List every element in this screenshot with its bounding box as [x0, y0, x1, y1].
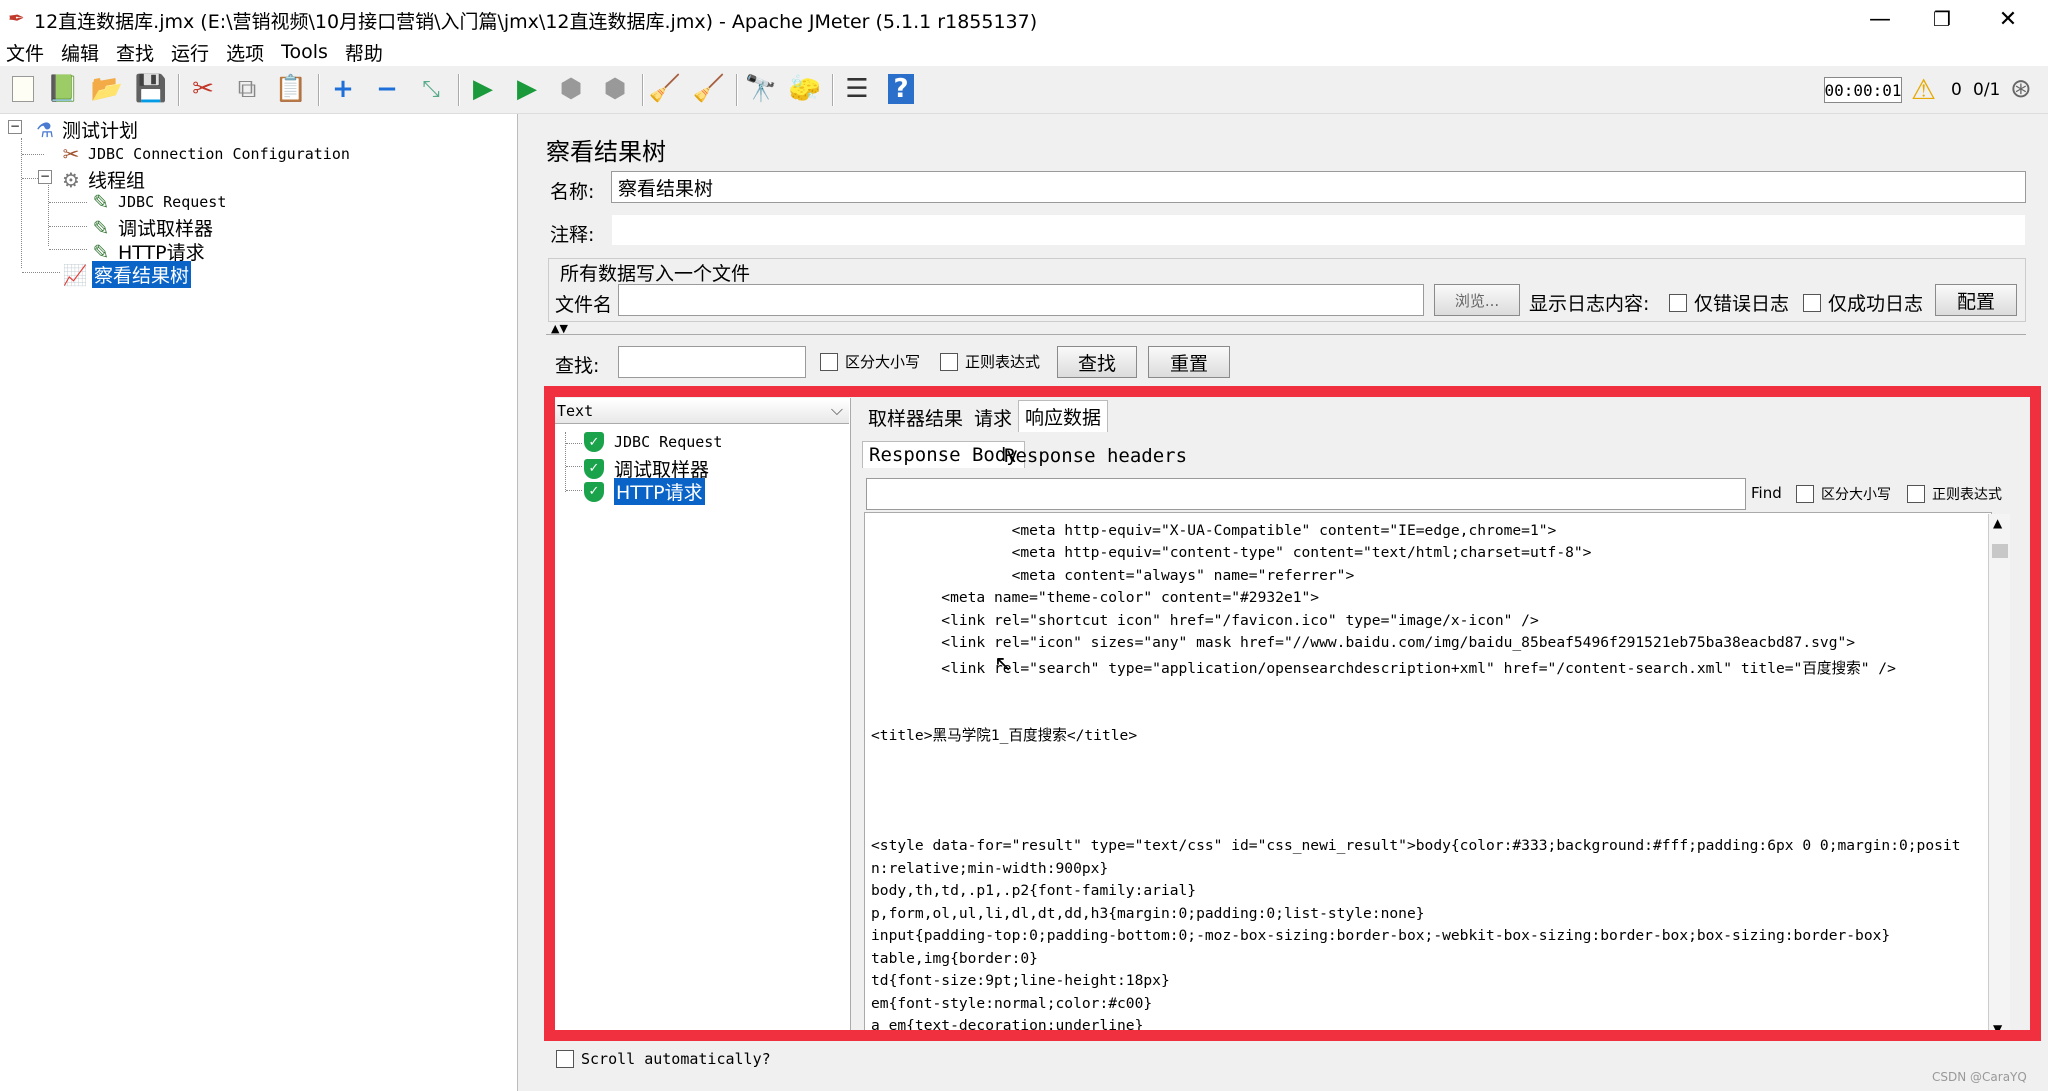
test-plan-icon: ⚗ [36, 117, 54, 142]
file-section-title: 所有数据写入一个文件 [560, 263, 751, 285]
menu-edit[interactable]: 编辑 [61, 39, 99, 66]
open-icon[interactable]: 📂 [90, 72, 124, 106]
collapse-toggle[interactable]: − [38, 170, 52, 184]
reset-search-icon[interactable]: 🧽 [788, 72, 822, 106]
filename-label: 文件名 [555, 294, 613, 316]
watermark: CSDN @CaraYQ [1932, 1070, 2027, 1084]
title-bar: ✒ 12直连数据库.jmx (E:\营销视频\10月接口营销\入门篇\jmx\1… [0, 0, 2048, 38]
log-label: 显示日志内容: [1529, 293, 1650, 315]
cut-icon[interactable]: ✂ [186, 72, 220, 106]
search-icon[interactable]: 🔭 [744, 72, 778, 106]
toggle-icon[interactable]: ⤡ [414, 72, 448, 106]
tree-item-jdbc-request[interactable]: ✎ JDBC Request [88, 190, 227, 214]
tree-item-test-plan[interactable]: ⚗ 测试计划 [32, 116, 138, 143]
name-input[interactable]: 察看结果树 [611, 171, 2026, 203]
stop-icon[interactable]: ⬢ [554, 72, 588, 106]
browse-button[interactable]: 浏览... [1434, 284, 1520, 316]
help-icon[interactable]: ? [884, 72, 918, 106]
splitter[interactable] [518, 114, 528, 1091]
menu-help[interactable]: 帮助 [345, 39, 383, 66]
case-sensitive-checkbox[interactable]: 区分大小写 [820, 351, 920, 372]
tree-item-view-results-tree[interactable]: 📈 察看结果树 [62, 261, 192, 288]
menu-tools[interactable]: Tools [281, 41, 328, 63]
close-button[interactable]: ✕ [1978, 0, 2038, 38]
minimize-button[interactable]: — [1850, 0, 1910, 38]
function-helper-icon[interactable]: ☰ [840, 72, 874, 106]
collapse-toggle[interactable]: − [8, 120, 22, 134]
search-input[interactable] [618, 346, 806, 378]
config-icon: ✂ [62, 142, 80, 166]
menu-run[interactable]: 运行 [171, 39, 209, 66]
tree-item-thread-group[interactable]: ⚙ 线程组 [58, 166, 145, 193]
tree-item-debug-sampler[interactable]: ✎ 调试取样器 [88, 214, 213, 241]
regex-checkbox[interactable]: 正则表达式 [940, 351, 1040, 372]
elapsed-timer: 00:00:01 [1824, 77, 1902, 103]
sampler-icon: ✎ [92, 239, 110, 264]
sampler-icon: ✎ [92, 215, 110, 240]
warning-icon[interactable]: ⚠ [1911, 73, 1936, 106]
maximize-button[interactable]: ❐ [1912, 0, 1972, 38]
collapse-icon[interactable]: − [370, 72, 404, 106]
new-icon[interactable] [6, 72, 40, 106]
warning-count: 0 [1951, 80, 1962, 100]
panel-title: 察看结果树 [546, 138, 666, 166]
search-button[interactable]: 查找 [1057, 346, 1137, 378]
success-only-checkbox[interactable]: 仅成功日志 [1803, 289, 1923, 316]
reset-button[interactable]: 重置 [1148, 346, 1230, 378]
copy-icon[interactable]: ⧉ [230, 72, 264, 106]
divider [546, 334, 2026, 336]
highlight-frame [544, 386, 2041, 1041]
feather-icon: ✒ [8, 6, 25, 30]
name-label: 名称: [550, 181, 595, 203]
thread-count: 0/1 [1973, 80, 2001, 100]
shutdown-icon[interactable]: ⬢ [598, 72, 632, 106]
remote-status-icon: ⊛ [2010, 74, 2032, 104]
filename-input[interactable] [618, 284, 1424, 316]
menu-search[interactable]: 查找 [116, 39, 154, 66]
comment-input[interactable] [611, 214, 2026, 246]
sampler-icon: ✎ [92, 190, 110, 214]
menu-bar: 文件 编辑 查找 运行 选项 Tools 帮助 [0, 38, 2048, 66]
templates-icon[interactable]: 📗 [46, 72, 80, 106]
configure-button[interactable]: 配置 [1935, 284, 2017, 316]
gear-icon: ⚙ [62, 167, 80, 192]
expand-icon[interactable]: + [326, 72, 360, 106]
comment-label: 注释: [550, 224, 595, 246]
errors-only-checkbox[interactable]: 仅错误日志 [1669, 289, 1789, 316]
listener-icon: 📈 [62, 262, 88, 287]
window-title: 12直连数据库.jmx (E:\营销视频\10月接口营销\入门篇\jmx\12直… [34, 11, 1038, 33]
clear-all-icon[interactable]: 🧹 [692, 72, 726, 106]
search-label: 查找: [555, 355, 600, 377]
menu-options[interactable]: 选项 [226, 39, 264, 66]
paste-icon[interactable]: 📋 [274, 72, 308, 106]
scroll-automatically-checkbox[interactable]: Scroll automatically? [556, 1050, 771, 1068]
toolbar: 📗 📂 💾 ✂ ⧉ 📋 + − ⤡ ▶ ▶ ⬢ ⬢ 🧹 🧹 🔭 🧽 ☰ ? [0, 66, 2048, 114]
tree-item-jdbc-config[interactable]: ✂ JDBC Connection Configuration [58, 142, 350, 166]
start-icon[interactable]: ▶ [466, 72, 500, 106]
menu-file[interactable]: 文件 [6, 39, 44, 66]
clear-icon[interactable]: 🧹 [648, 72, 682, 106]
start-no-pause-icon[interactable]: ▶ [510, 72, 544, 106]
save-icon[interactable]: 💾 [134, 72, 168, 106]
